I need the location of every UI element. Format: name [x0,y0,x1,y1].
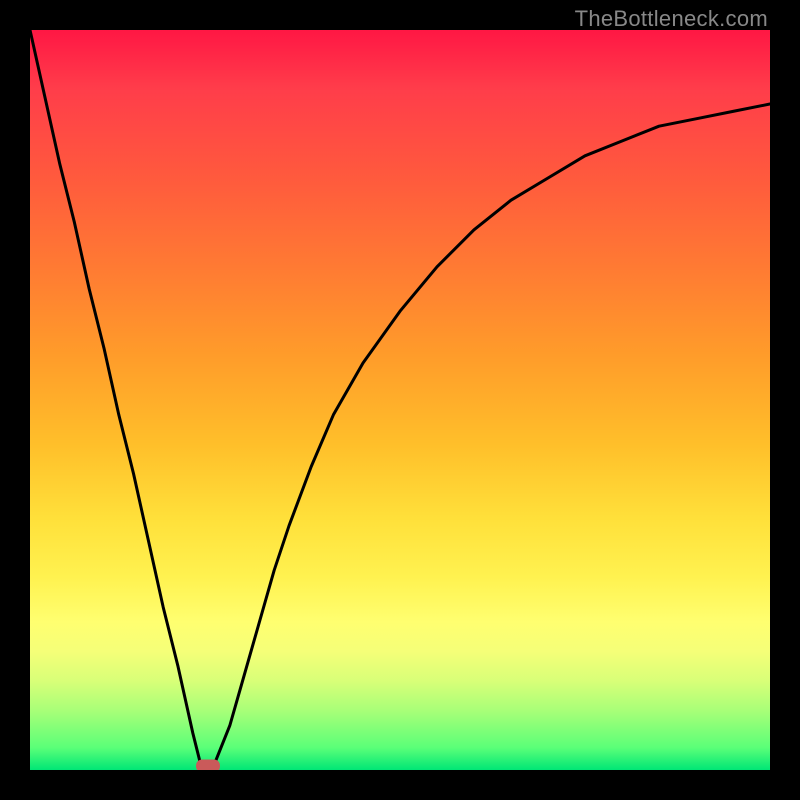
chart-frame: TheBottleneck.com [0,0,800,800]
bottleneck-curve [30,30,770,770]
plot-area [30,30,770,770]
watermark-text: TheBottleneck.com [575,6,768,32]
bottleneck-marker [196,760,220,770]
curve-layer [30,30,770,770]
